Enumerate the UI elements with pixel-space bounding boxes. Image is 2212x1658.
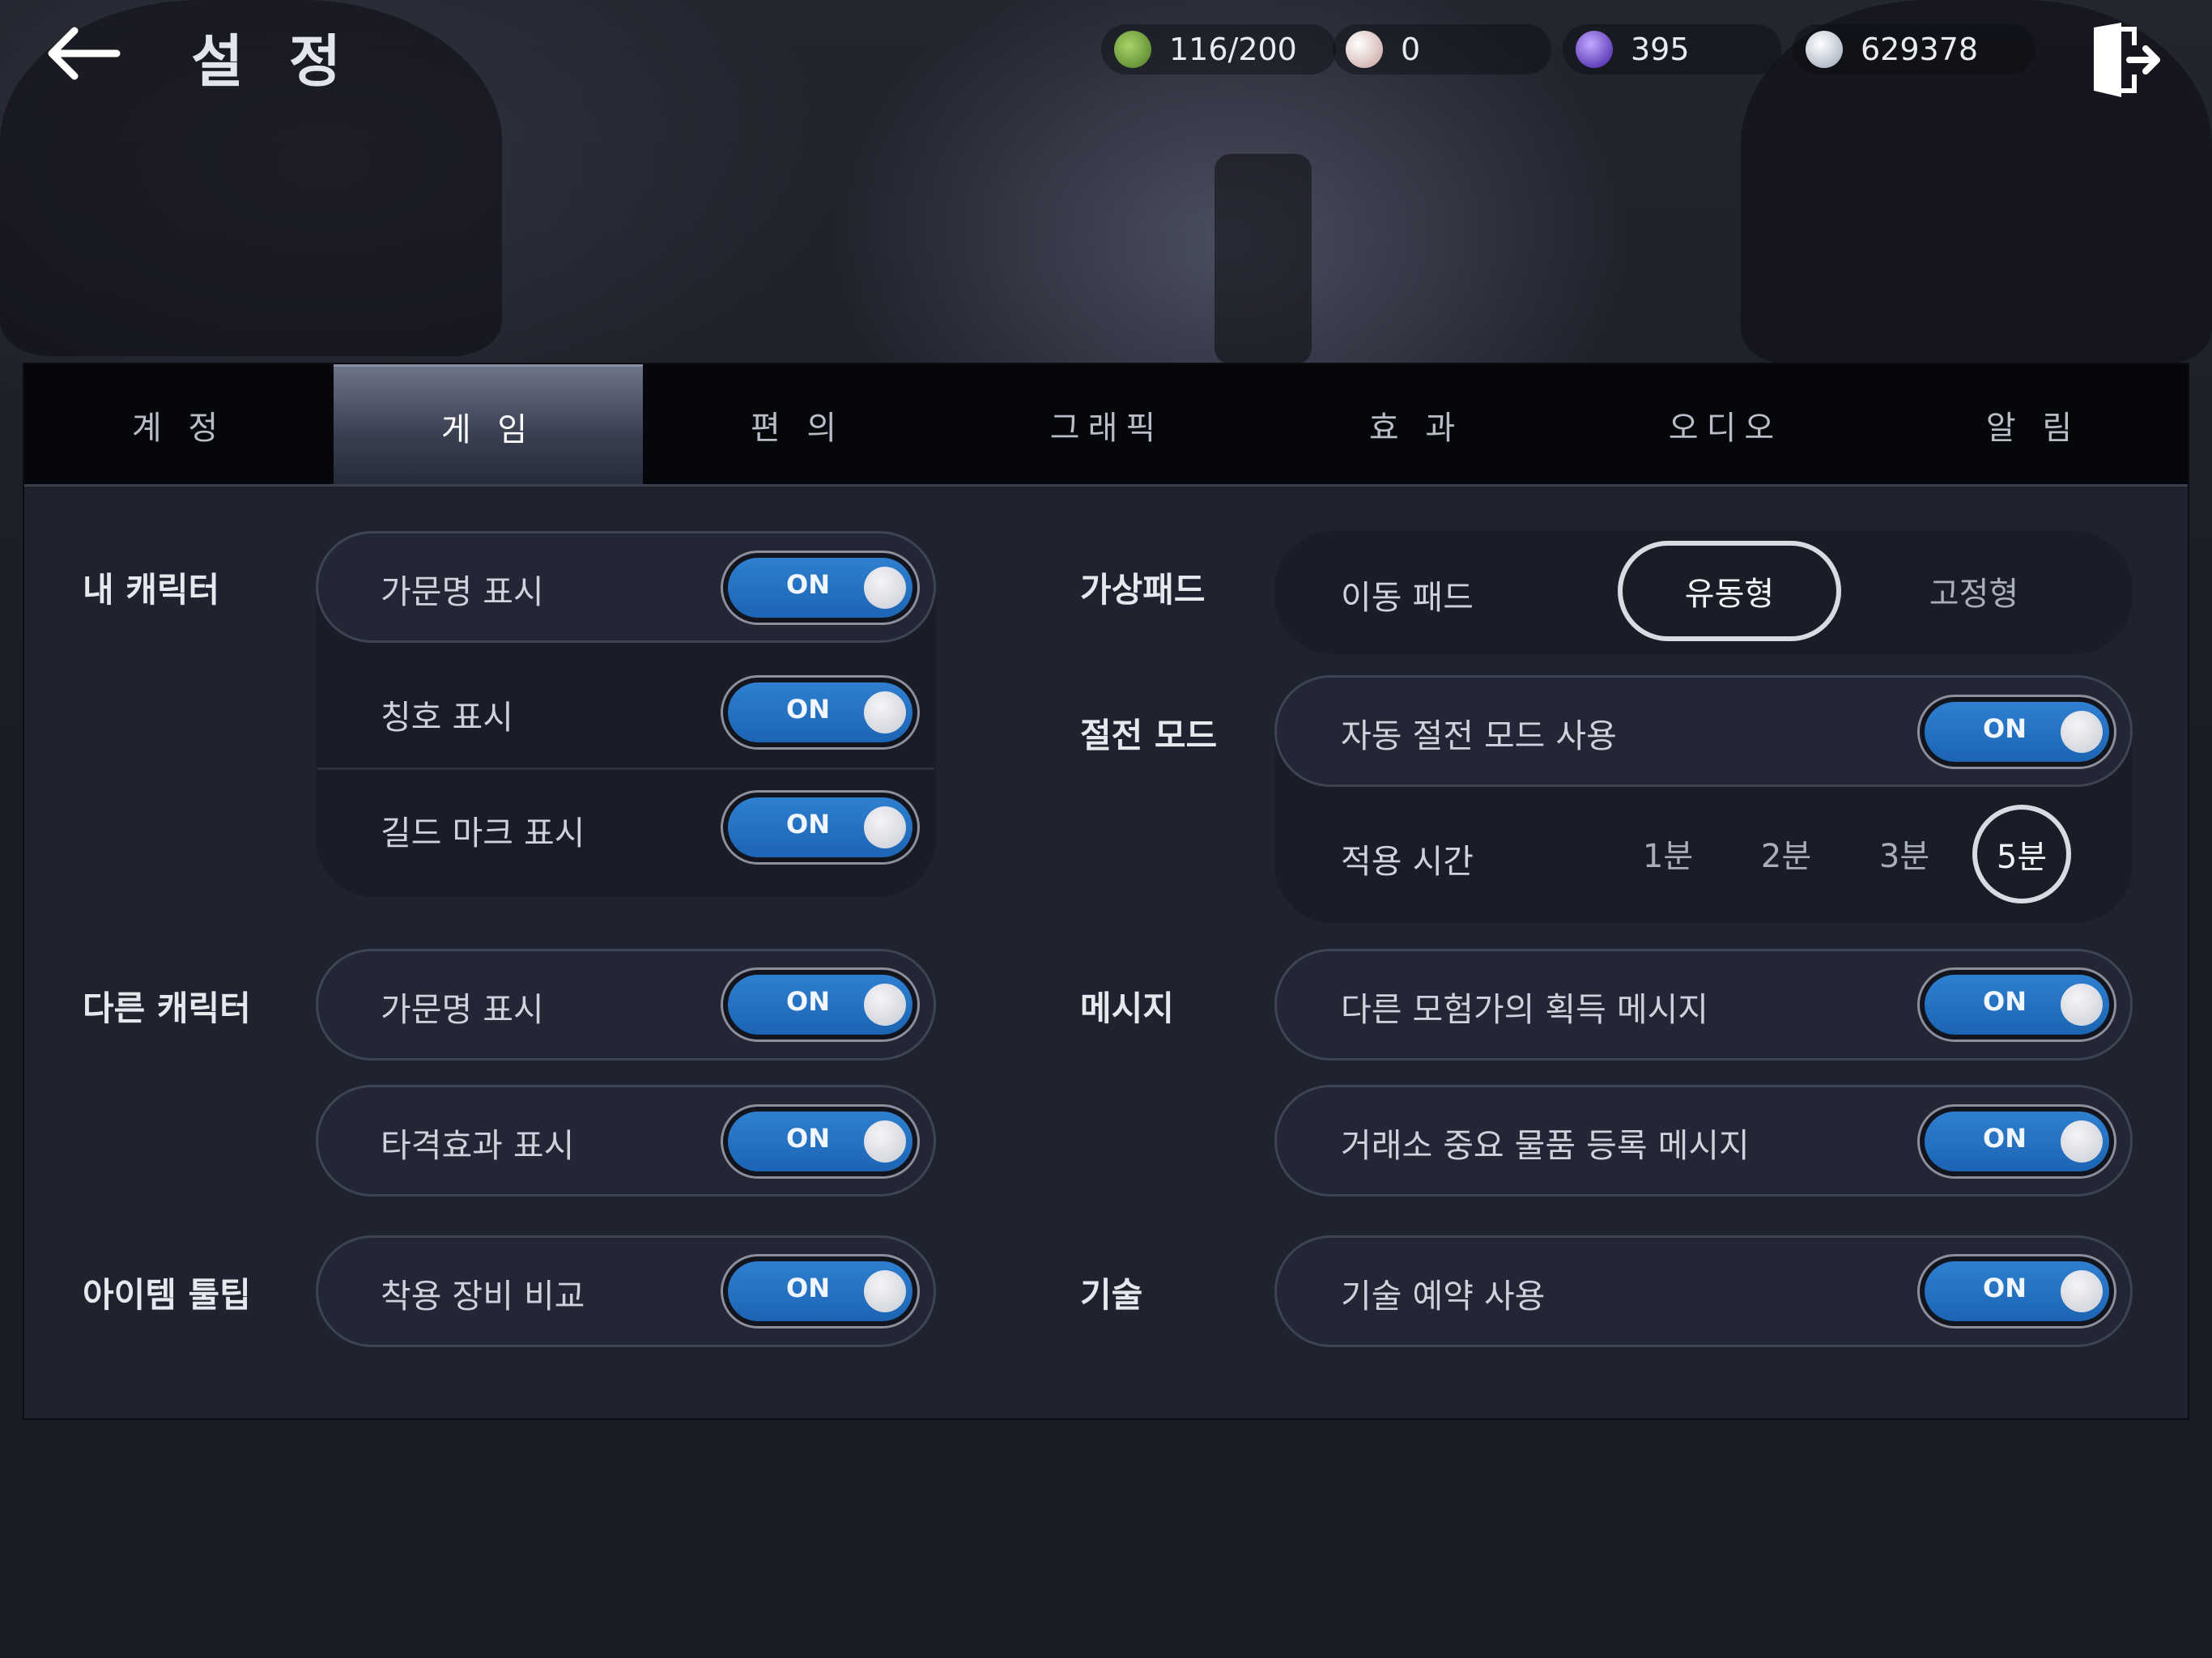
exit-button[interactable] xyxy=(2089,21,2162,99)
toggle-knob xyxy=(864,1270,906,1312)
tab-game[interactable]: 게 임 xyxy=(334,364,643,486)
toggle-state: ON xyxy=(1983,986,2027,1017)
time-option-1[interactable]: 1분 xyxy=(1627,813,1708,894)
pearl-icon xyxy=(1346,31,1383,68)
toggle-state: ON xyxy=(786,809,830,840)
section-label-power-save: 절전 모드 xyxy=(1080,716,1218,755)
row-label: 칭호 표시 xyxy=(381,698,513,737)
tab-audio[interactable]: 오디오 xyxy=(1571,364,1880,486)
row-label: 가문명 표시 xyxy=(381,990,544,1029)
resource-value: 395 xyxy=(1631,32,1690,67)
toggle-knob xyxy=(2061,711,2103,753)
toggle-knob xyxy=(864,984,906,1026)
toggle-state: ON xyxy=(1983,1273,2027,1303)
section-label-my-character: 내 캐릭터 xyxy=(83,570,220,610)
row-label: 이동 패드 xyxy=(1341,578,1474,617)
row-label: 가문명 표시 xyxy=(381,572,544,611)
toggle-title[interactable]: ON xyxy=(721,675,920,750)
time-option-5[interactable]: 5분 xyxy=(1972,805,2071,903)
row-divider xyxy=(317,767,934,770)
resource-pearl[interactable]: 0 xyxy=(1333,24,1551,74)
toggle-knob xyxy=(864,806,906,848)
resource-value: 0 xyxy=(1401,32,1421,67)
resource-stamina[interactable]: 116/200 xyxy=(1101,24,1336,74)
section-label-item-tooltip: 아이템 툴팁 xyxy=(83,1275,251,1315)
toggle-guild-mark[interactable]: ON xyxy=(721,790,920,865)
toggle-skill-reserve[interactable]: ON xyxy=(1917,1254,2116,1329)
toggle-auto-power-save[interactable]: ON xyxy=(1917,695,2116,769)
toggle-knob xyxy=(2061,1120,2103,1163)
section-label-message: 메시지 xyxy=(1080,988,1174,1028)
toggle-state: ON xyxy=(1983,713,2027,744)
toggle-knob xyxy=(864,567,906,609)
time-option-3[interactable]: 3분 xyxy=(1864,813,1945,894)
toggle-knob xyxy=(864,691,906,733)
tab-effects[interactable]: 효 과 xyxy=(1261,364,1571,486)
purple-crystal-icon xyxy=(1576,31,1613,68)
toggle-family-name[interactable]: ON xyxy=(721,551,920,625)
toggle-state: ON xyxy=(786,1123,830,1154)
toggle-state: ON xyxy=(786,569,830,600)
pad-option-floating[interactable]: 유동형 xyxy=(1618,541,1841,641)
row-label: 적용 시간 xyxy=(1341,842,1474,881)
toggle-market-message[interactable]: ON xyxy=(1917,1104,2116,1179)
row-label: 타격효과 표시 xyxy=(381,1126,575,1165)
page-title: 설 정 xyxy=(191,28,355,95)
exit-door-icon xyxy=(2094,23,2160,97)
toggle-other-loot-message[interactable]: ON xyxy=(1917,967,2116,1042)
tab-divider xyxy=(24,484,2188,487)
toggle-compare-equipment[interactable]: ON xyxy=(721,1254,920,1329)
row-label: 착용 장비 비교 xyxy=(381,1277,585,1316)
resource-value: 116/200 xyxy=(1169,32,1297,67)
time-option-2[interactable]: 2분 xyxy=(1746,813,1827,894)
silver-coin-icon xyxy=(1806,31,1843,68)
toggle-other-family-name[interactable]: ON xyxy=(721,967,920,1042)
toggle-knob xyxy=(2061,1270,2103,1312)
toggle-knob xyxy=(864,1120,906,1163)
toggle-state: ON xyxy=(786,694,830,725)
section-label-virtual-pad: 가상패드 xyxy=(1080,570,1206,610)
tab-bar: 계 정 게 임 편 의 그래픽 효 과 오디오 알 림 xyxy=(24,364,2188,486)
row-label: 기술 예약 사용 xyxy=(1341,1277,1546,1316)
resource-crystal[interactable]: 395 xyxy=(1563,24,1781,74)
tab-notifications[interactable]: 알 림 xyxy=(1878,364,2188,486)
section-label-other-character: 다른 캐릭터 xyxy=(83,988,251,1028)
row-label: 거래소 중요 물품 등록 메시지 xyxy=(1341,1126,1750,1165)
resource-silver[interactable]: 629378 xyxy=(1793,24,2035,74)
toggle-state: ON xyxy=(1983,1123,2027,1154)
row-label: 길드 마크 표시 xyxy=(381,814,585,852)
pad-option-fixed[interactable]: 고정형 xyxy=(1862,541,2086,641)
row-label: 자동 절전 모드 사용 xyxy=(1341,716,1617,755)
toggle-state: ON xyxy=(786,1273,830,1303)
green-seal-icon xyxy=(1114,31,1151,68)
background-tree xyxy=(1214,154,1312,364)
toggle-hit-effect[interactable]: ON xyxy=(721,1104,920,1179)
toggle-state: ON xyxy=(786,986,830,1017)
resource-value: 629378 xyxy=(1861,32,1979,67)
row-label: 다른 모험가의 획득 메시지 xyxy=(1341,990,1709,1029)
back-button[interactable] xyxy=(42,21,123,86)
tab-account[interactable]: 계 정 xyxy=(24,364,334,486)
arrow-left-icon xyxy=(48,27,121,80)
toggle-knob xyxy=(2061,984,2103,1026)
tab-convenience[interactable]: 편 의 xyxy=(643,364,952,486)
tab-graphics[interactable]: 그래픽 xyxy=(952,364,1261,486)
section-label-skill: 기술 xyxy=(1080,1275,1143,1315)
